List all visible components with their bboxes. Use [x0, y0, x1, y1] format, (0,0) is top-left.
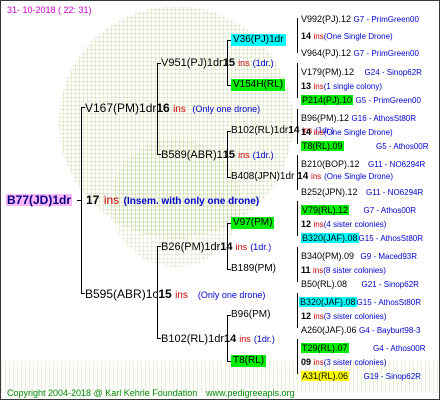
gen4-queen-row[interactable]: A31(RL).06 G19 - Sinop62R — [301, 370, 421, 383]
connector — [297, 63, 298, 98]
root-note: (Insem. with only one drone) — [123, 196, 260, 207]
gen4-queen-row[interactable]: T29(RL).07 G4 - Athos00R — [301, 342, 426, 355]
gen2-queen-name[interactable]: B26(PM)1dr14 ins (1dr.) — [161, 241, 271, 253]
gen1-queen-name[interactable]: B595(ABR)1c15 ins (Only one drone) — [85, 288, 265, 302]
queen-root-name[interactable]: B77(JD)1dr — [6, 194, 73, 206]
footer-url-link[interactable]: www.pedigreeapis.org — [206, 387, 295, 399]
connector — [297, 247, 298, 282]
connector — [77, 200, 82, 201]
gen4-insem-row: 13 ins(1 single colony) — [301, 81, 383, 91]
pedigree-frame: 31- 10-2018 ( 22: 31) B77(JD)1dr 17 ins … — [0, 0, 440, 400]
gen4-queen-row[interactable]: B340(PM).09 G9 - Maced93R — [301, 250, 417, 263]
gen3-queen-name[interactable]: B408(JPN)1dr 14 ins (One Single Drone) — [231, 171, 393, 183]
connector — [297, 293, 298, 328]
gen4-insem-row: 09 ins(3 sister colonies) — [301, 357, 387, 367]
gen4-queen-row[interactable]: V179(PM).12 G24 - Sinop62R — [301, 66, 422, 79]
gen4-insem-row: 11 ins(8 sister colonies) — [301, 265, 386, 275]
connector — [297, 18, 298, 53]
gen4-queen-row[interactable]: B320(JAF).08G15 - AthosSt80R — [299, 296, 421, 309]
gen4-queen-row[interactable]: B320(JAF).08G15 - AthosSt80R — [301, 232, 423, 245]
gen4-queen-row[interactable]: A260(JAF).06 G4 - Bayburt98-3 — [301, 324, 420, 337]
gen4-insem-row: 14 ins(One Single Drone) — [301, 31, 393, 41]
gen4-queen-row[interactable]: B50(RL).08 G21 - Sinop62R — [301, 278, 419, 291]
gen4-queen-row[interactable]: P214(PJ).10 G5 - PrimGreen00 — [301, 94, 421, 107]
gen4-insem-row: 12 ins(4 sister colonies) — [301, 219, 387, 229]
connector — [297, 339, 298, 374]
gen2-queen-name[interactable]: V951(PJ)1dr15 ins (1dr.) — [161, 57, 274, 69]
gen3-queen-name[interactable]: B96(PM) — [231, 309, 270, 321]
footer-copyright: Copyright 2004-2018 @ Karl Kehrle Founda… — [7, 388, 198, 398]
gen4-queen-row[interactable]: V992(PJ).12 G7 - PrimGreen00 — [301, 13, 419, 26]
gen4-queen-row[interactable]: B96(PM).12 G16 - AthosSt80R — [301, 112, 416, 125]
gen4-queen-row[interactable]: V79(RL).12 G7 - Athos00R — [301, 204, 416, 217]
gen1-queen-name[interactable]: V167(PM)1dr16 ins (Only one drone) — [85, 102, 260, 116]
gen2-queen-name[interactable]: B589(ABR)115 ins (1dr.) — [161, 149, 274, 161]
gen2-queen-name[interactable]: B102(RL)1dr14 ins (1dr.) — [161, 333, 275, 345]
gen4-queen-row[interactable]: V964(PJ).12 G7 - PrimGreen00 — [301, 47, 419, 60]
gen4-insem-row: 14 ins(One Single Drone) — [301, 127, 393, 137]
root-ins: ins — [103, 193, 120, 207]
gen3-queen-name[interactable]: V36(PJ)1dr — [231, 34, 286, 46]
timestamp-header: 31- 10-2018 ( 22: 31) — [7, 5, 92, 15]
root-count: 17 — [86, 193, 100, 207]
gen3-queen-name[interactable]: B189(PM) — [231, 263, 276, 275]
gen4-queen-row[interactable]: B210(BOP).12 G11 - NO6294R — [301, 158, 425, 171]
gen3-queen-name[interactable]: T8(RL) — [231, 355, 267, 367]
gen3-queen-name[interactable]: V97(PM) — [231, 217, 275, 229]
root-insem-info: 17 ins (Insem. with only one drone) — [86, 194, 259, 208]
gen3-queen-name[interactable]: V154H(RL) — [231, 79, 286, 91]
gen4-insem-row: 12 ins(3 sister colonies) — [301, 311, 387, 321]
gen4-queen-row[interactable]: T8(RL).09 G5 - Athos00R — [301, 140, 429, 153]
gen4-queen-row[interactable]: B252(JPN).12 G11 - NO6294R — [301, 186, 423, 199]
connector — [297, 201, 298, 236]
